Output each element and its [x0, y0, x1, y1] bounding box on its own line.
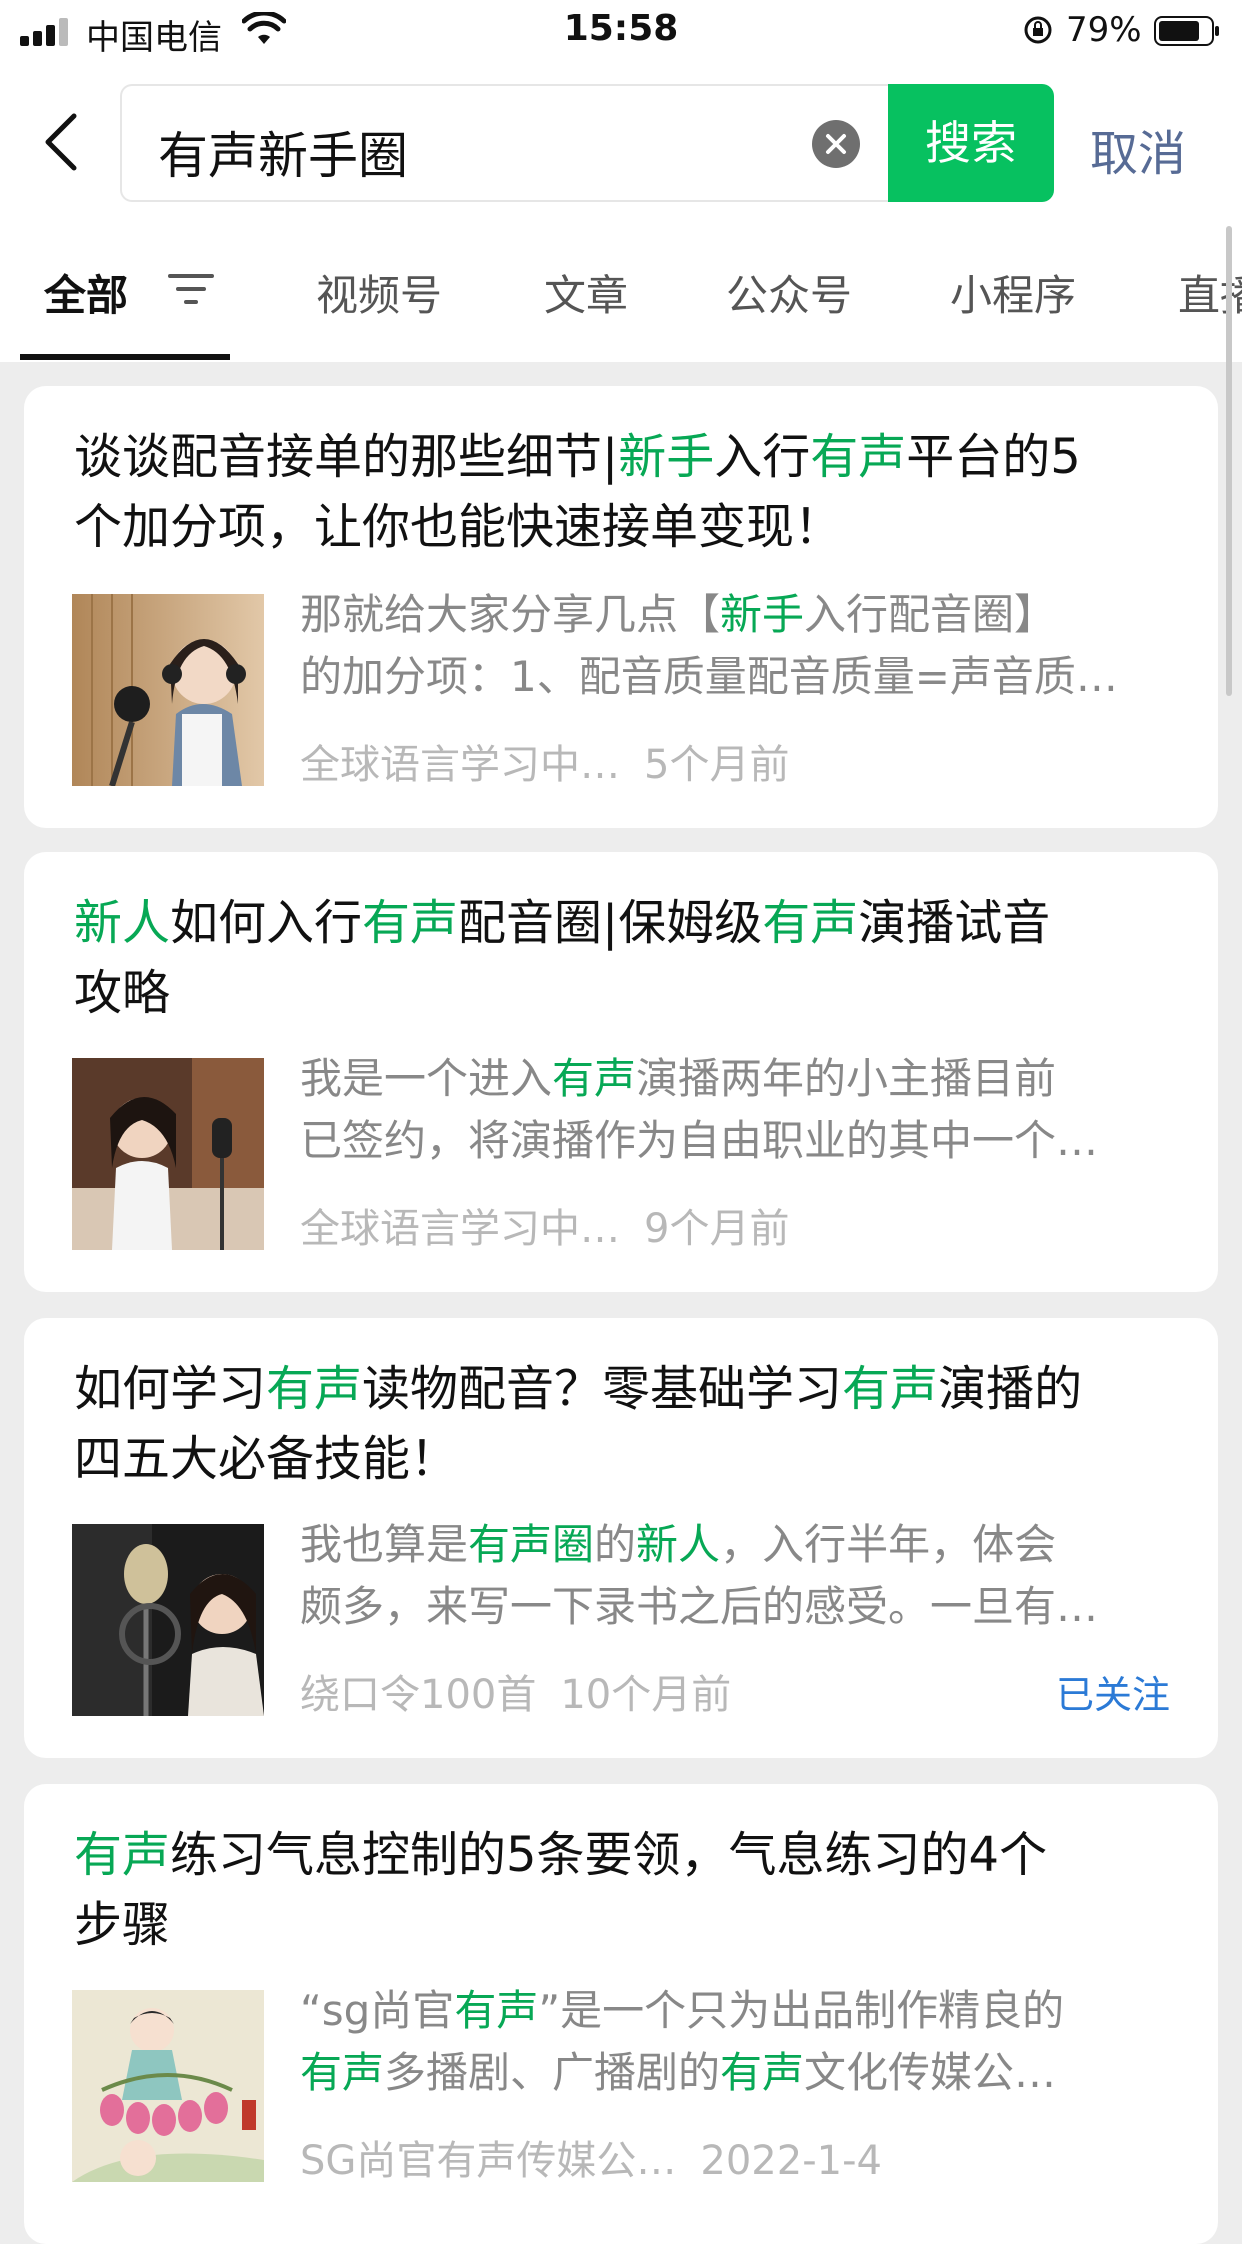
text-segment: 个加分项，让你也能快速接单变现！ — [74, 499, 843, 555]
result-meta: SG尚官有声传媒公… 2022-1-4 — [300, 2128, 882, 2186]
result-title[interactable]: 谈谈配音接单的那些细节|新手入行有声平台的5 个加分项，让你也能快速接单变现！ — [74, 422, 1184, 562]
text-segment: 入行配音圈】 — [804, 590, 1057, 639]
result-meta: 全球语言学习中… 5个月前 — [300, 732, 789, 790]
text-segment: 如何学习 — [74, 1361, 267, 1417]
status-bar: 中国电信 15:58 79% — [0, 0, 1242, 62]
keyword-highlight: 新手 — [720, 590, 805, 639]
text-segment: ”是一个只为出品制作精良的 — [538, 1986, 1065, 2035]
result-title[interactable]: 新人如何入行有声配音圈|保姆级有声演播试音 攻略 — [74, 888, 1184, 1028]
tab-live[interactable]: 直播 — [1178, 262, 1242, 323]
keyword-highlight: 有声 — [552, 1054, 637, 1103]
filter-icon[interactable] — [168, 272, 214, 306]
result-description: 我是一个进入有声演播两年的小主播目前 已签约，将演播作为自由职业的其中一个… — [300, 1048, 1170, 1172]
keyword-highlight: 新手 — [618, 429, 715, 485]
result-card[interactable]: 有声练习气息控制的5条要领，气息练习的4个 步骤 “sg尚官有声”是一个只为出品制… — [24, 1784, 1218, 2244]
result-time: 5个月前 — [644, 742, 790, 788]
result-time: 9个月前 — [644, 1206, 790, 1252]
result-source[interactable]: 绕口令100首 — [300, 1672, 536, 1718]
text-segment: 步骤 — [74, 1897, 171, 1953]
text-segment: 入行 — [714, 429, 811, 485]
keyword-highlight: 有声 — [74, 1827, 171, 1883]
keyword-highlight: 有声 — [720, 2048, 805, 2097]
text-segment: ，入行半年，体会 — [720, 1520, 1057, 1569]
text-segment: 谈谈配音接单的那些细节| — [74, 429, 619, 485]
tab-mini-programs[interactable]: 小程序 — [950, 262, 1076, 323]
result-card[interactable]: 谈谈配音接单的那些细节|新手入行有声平台的5 个加分项，让你也能快速接单变现！ 那… — [24, 386, 1218, 828]
result-time: 10个月前 — [560, 1672, 732, 1718]
thumbnail — [72, 1990, 264, 2182]
result-description: “sg尚官有声”是一个只为出品制作精良的 有声多播剧、广播剧的有声文化传媒公… — [300, 1980, 1170, 2104]
battery-icon — [1154, 16, 1219, 46]
clear-icon[interactable] — [812, 120, 860, 168]
active-tab-indicator — [20, 354, 230, 360]
result-card[interactable]: 如何学习有声读物配音？零基础学习有声演播的 四五大必备技能！ 我也算是有声圈的新人… — [24, 1318, 1218, 1758]
text-segment: 文化传媒公… — [804, 2048, 1057, 2097]
keyword-highlight: 有声 — [266, 1361, 363, 1417]
result-source[interactable]: SG尚官有声传媒公… — [300, 2138, 676, 2184]
result-description: 那就给大家分享几点【新手入行配音圈】 的加分项：1、配音质量配音质量=声音质… — [300, 584, 1170, 708]
search-input[interactable]: 有声新手圈 — [120, 84, 888, 202]
tab-all[interactable]: 全部 — [44, 262, 128, 323]
text-segment: 演播的 — [938, 1361, 1083, 1417]
text-segment: 配音圈|保姆级 — [458, 895, 763, 951]
rotation-lock-icon — [1024, 16, 1052, 44]
text-segment: 如何入行 — [170, 895, 363, 951]
text-segment: 多播剧、广播剧的 — [384, 2048, 721, 2097]
thumbnail — [72, 1058, 264, 1250]
text-segment: 演播试音 — [858, 895, 1051, 951]
result-meta: 全球语言学习中… 9个月前 — [300, 1196, 789, 1254]
result-description: 我也算是有声圈的新人，入行半年，体会 颇多，来写一下录书之后的感受。一旦有… — [300, 1514, 1170, 1638]
search-query[interactable]: 有声新手圈 — [158, 116, 408, 188]
result-time: 2022-1-4 — [700, 2138, 882, 2184]
text-segment: 攻略 — [74, 965, 171, 1021]
tab-channels[interactable]: 视频号 — [316, 262, 442, 323]
keyword-highlight: 有声圈 — [468, 1520, 595, 1569]
text-segment: 平台的5 — [906, 429, 1081, 485]
result-meta: 绕口令100首 10个月前 — [300, 1662, 731, 1720]
result-source[interactable]: 全球语言学习中… — [300, 1206, 620, 1252]
keyword-highlight: 新人 — [636, 1520, 721, 1569]
battery-percent: 79% — [1066, 10, 1142, 50]
result-title[interactable]: 如何学习有声读物配音？零基础学习有声演播的 四五大必备技能！ — [74, 1354, 1184, 1494]
text-segment: 颇多，来写一下录书之后的感受。一旦有… — [300, 1582, 1099, 1631]
keyword-highlight: 有声 — [842, 1361, 939, 1417]
text-segment: “sg尚官 — [300, 1986, 455, 2035]
scrollbar[interactable] — [1226, 226, 1232, 696]
thumbnail — [72, 594, 264, 786]
text-segment: 四五大必备技能！ — [74, 1431, 459, 1487]
text-segment: 读物配音？零基础学习 — [362, 1361, 843, 1417]
tab-official-accounts[interactable]: 公众号 — [726, 262, 852, 323]
result-card[interactable]: 新人如何入行有声配音圈|保姆级有声演播试音 攻略 我是一个进入有声演播两年的小主播… — [24, 852, 1218, 1292]
keyword-highlight: 有声 — [300, 2048, 385, 2097]
text-segment: 那就给大家分享几点【 — [300, 590, 721, 639]
cancel-button[interactable]: 取消 — [1090, 114, 1186, 184]
clock: 15:58 — [563, 8, 679, 49]
text-segment: 的加分项：1、配音质量配音质量=声音质… — [300, 652, 1118, 701]
back-icon[interactable] — [40, 112, 84, 172]
followed-badge: 已关注 — [1055, 1673, 1170, 1717]
tab-articles[interactable]: 文章 — [544, 262, 628, 323]
text-segment: 的 — [594, 1520, 637, 1569]
keyword-highlight: 有声 — [762, 895, 859, 951]
text-segment: 我也算是 — [300, 1520, 469, 1569]
result-source[interactable]: 全球语言学习中… — [300, 742, 620, 788]
filter-tabs: 全部 视频号 文章 公众号 小程序 直播 — [0, 222, 1242, 362]
text-segment: 我是一个进入 — [300, 1054, 553, 1103]
keyword-highlight: 有声 — [362, 895, 459, 951]
search-header: 有声新手圈 搜索 取消 — [0, 62, 1242, 222]
text-segment: 已签约，将演播作为自由职业的其中一个… — [300, 1116, 1099, 1165]
keyword-highlight: 有声 — [810, 429, 907, 485]
thumbnail — [72, 1524, 264, 1716]
keyword-highlight: 新人 — [74, 895, 171, 951]
search-button[interactable]: 搜索 — [888, 84, 1054, 202]
text-segment: 演播两年的小主播目前 — [636, 1054, 1057, 1103]
keyword-highlight: 有声 — [454, 1986, 539, 2035]
result-title[interactable]: 有声练习气息控制的5条要领，气息练习的4个步骤 — [74, 1820, 1184, 1960]
text-segment: 练习气息控制的5条要领，气息练习的4个 — [170, 1827, 1048, 1883]
